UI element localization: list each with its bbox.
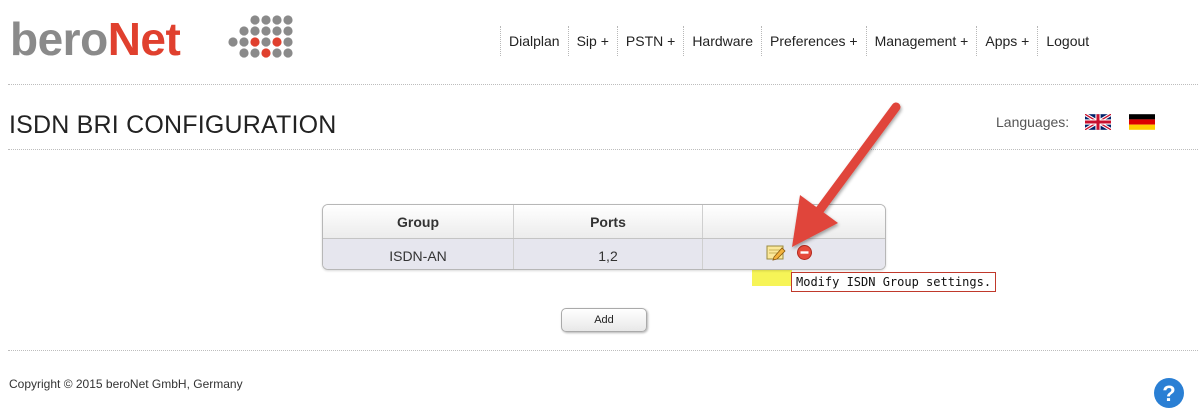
copyright-text: Copyright © 2015 beroNet GmbH, Germany	[9, 377, 243, 391]
uk-flag-icon[interactable]	[1085, 114, 1112, 130]
page-title: ISDN BRI CONFIGURATION	[9, 111, 337, 139]
nav-hardware[interactable]: Hardware	[683, 26, 761, 56]
nav-preferences[interactable]: Preferences +	[761, 26, 866, 56]
brand-name-part1: bero	[10, 13, 108, 65]
logo-dots-icon	[228, 15, 293, 58]
help-question-icon[interactable]: ?	[1152, 374, 1186, 408]
main-nav: Dialplan Sip + PSTN + Hardware Preferenc…	[500, 26, 1097, 56]
svg-text:?: ?	[1162, 381, 1175, 406]
languages-label: Languages:	[996, 114, 1070, 130]
column-header-ports: Ports	[513, 205, 703, 239]
nav-management[interactable]: Management +	[865, 26, 977, 56]
nav-apps[interactable]: Apps +	[976, 26, 1037, 56]
nav-dialplan[interactable]: Dialplan	[500, 26, 568, 56]
brand-name: beroNet	[10, 12, 181, 66]
cell-group: ISDN-AN	[323, 238, 514, 269]
header-divider	[8, 84, 1198, 85]
add-button[interactable]: Add	[561, 308, 647, 332]
annotation-arrow-icon	[792, 102, 901, 247]
cell-ports: 1,2	[513, 238, 703, 269]
language-selector: Languages:	[996, 114, 1173, 130]
title-divider	[8, 149, 1198, 150]
nav-sip[interactable]: Sip +	[567, 26, 617, 56]
brand-name-part2: Net	[107, 13, 181, 65]
footer-divider	[8, 350, 1198, 351]
nav-logout[interactable]: Logout	[1037, 26, 1097, 56]
column-header-group: Group	[323, 205, 514, 239]
tooltip: Modify ISDN Group settings.	[791, 272, 997, 292]
nav-pstn[interactable]: PSTN +	[616, 26, 683, 56]
german-flag-icon[interactable]	[1129, 114, 1156, 130]
